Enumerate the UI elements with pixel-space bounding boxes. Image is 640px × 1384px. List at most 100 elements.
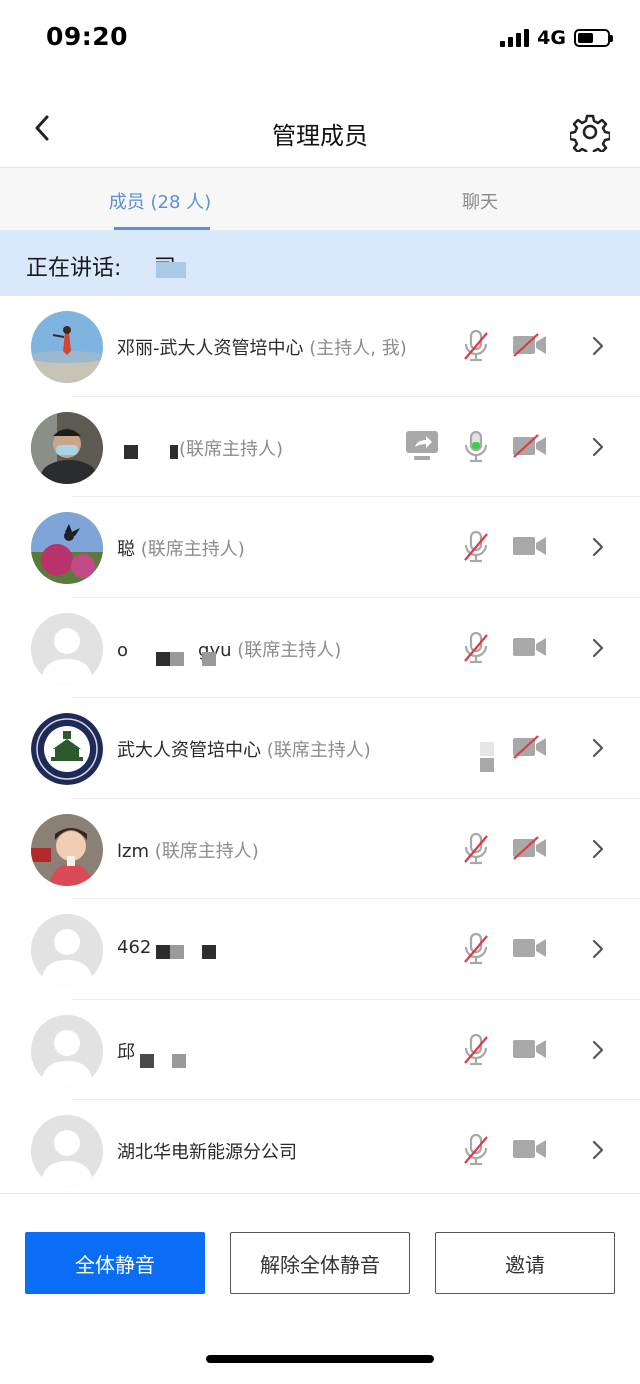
privacy-mask: [156, 651, 170, 666]
privacy-mask: [170, 444, 178, 459]
member-detail-button[interactable]: [586, 935, 610, 963]
network-type: 4G: [537, 27, 566, 49]
chevron-right-icon: [592, 336, 604, 356]
tab-chat[interactable]: 聊天: [320, 168, 640, 230]
default-avatar: [31, 612, 103, 685]
privacy-mask: [202, 945, 216, 959]
camera-toggle[interactable]: [512, 531, 548, 561]
member-detail-button[interactable]: [586, 835, 610, 863]
privacy-mask: [156, 262, 186, 278]
avatar: [31, 813, 103, 886]
mic-toggle[interactable]: [458, 931, 494, 967]
action-bar: 全体静音 解除全体静音 邀请: [0, 1193, 640, 1384]
status-time: 09:20: [46, 22, 129, 51]
chevron-right-icon: [592, 1140, 604, 1160]
status-indicators: 4G: [500, 27, 613, 49]
camera-icon: [513, 537, 546, 555]
nav-bar: 管理成员: [0, 92, 640, 168]
member-name: lzm (联席主持人): [117, 840, 259, 862]
member-detail-button[interactable]: [586, 433, 610, 461]
member-row[interactable]: 聪 (联席主持人): [0, 497, 640, 598]
member-detail-button[interactable]: [586, 533, 610, 561]
unmute-all-button[interactable]: 解除全体静音: [230, 1232, 410, 1294]
member-row[interactable]: 武大人资管培中心 (联席主持人): [0, 698, 640, 799]
camera-toggle[interactable]: [512, 1134, 548, 1164]
member-name: 聪 (联席主持人): [117, 539, 245, 560]
mic-toggle[interactable]: [458, 630, 494, 666]
camera-off-icon: [513, 835, 546, 860]
mic-muted-icon: [464, 631, 488, 663]
member-name: (联席主持人): [179, 438, 284, 460]
privacy-mask: [480, 758, 494, 772]
mic-muted-icon: [464, 329, 488, 362]
chevron-right-icon: [592, 537, 604, 557]
tab-chat-label: 聊天: [462, 192, 498, 213]
screen-share-indicator[interactable]: [404, 429, 440, 463]
mic-toggle[interactable]: [458, 429, 494, 465]
camera-toggle[interactable]: [512, 833, 548, 863]
speaking-banner: 正在讲话: 司;: [0, 230, 640, 296]
mic-muted-icon: [464, 1133, 488, 1166]
member-name: 武大人资管培中心 (联席主持人): [117, 740, 371, 761]
chevron-right-icon: [592, 939, 604, 959]
camera-off-icon: [513, 735, 546, 759]
member-detail-button[interactable]: [586, 1036, 610, 1064]
camera-toggle[interactable]: [512, 933, 548, 963]
mic-toggle[interactable]: [458, 529, 494, 565]
battery-icon: [574, 29, 613, 47]
status-bar: 09:20 4G: [0, 0, 640, 80]
privacy-mask: [140, 1053, 154, 1068]
tab-bar: 成员 (28 人) 聊天: [0, 168, 640, 230]
privacy-mask: [124, 444, 138, 459]
camera-toggle[interactable]: [512, 431, 548, 461]
privacy-mask: [156, 945, 170, 959]
member-row[interactable]: o gyu (联席主持人): [0, 598, 640, 698]
tab-members[interactable]: 成员 (28 人): [0, 168, 320, 230]
member-detail-button[interactable]: [586, 634, 610, 662]
member-name: 邱: [117, 1041, 135, 1063]
member-name: 462: [117, 937, 152, 958]
member-list: 邓丽-武大人资管培中心 (主持人, 我) (联席主持人) 聪 (联席主持人) o…: [0, 296, 640, 1201]
camera-toggle[interactable]: [512, 632, 548, 662]
mute-all-button[interactable]: 全体静音: [25, 1232, 205, 1294]
mic-speaking-icon: [464, 430, 488, 462]
camera-icon: [513, 1039, 546, 1058]
invite-button[interactable]: 邀请: [435, 1232, 615, 1294]
default-avatar: [31, 1115, 103, 1187]
member-row[interactable]: 邱: [0, 1000, 640, 1100]
member-row[interactable]: (联席主持人): [0, 397, 640, 497]
privacy-mask: [170, 945, 184, 959]
camera-toggle[interactable]: [512, 330, 548, 360]
university-emblem-avatar: [31, 713, 103, 785]
mic-muted-icon: [464, 530, 488, 563]
home-indicator: [206, 1355, 434, 1363]
member-detail-button[interactable]: [586, 734, 610, 762]
camera-off-icon: [513, 433, 546, 458]
camera-toggle[interactable]: [512, 732, 548, 762]
member-detail-button[interactable]: [586, 332, 610, 360]
screen-share-icon: [406, 430, 438, 460]
camera-off-icon: [513, 333, 546, 357]
privacy-mask: [480, 742, 494, 756]
member-row[interactable]: lzm (联席主持人): [0, 799, 640, 899]
mic-toggle[interactable]: [458, 1132, 494, 1168]
member-detail-button[interactable]: [586, 1136, 610, 1164]
member-row[interactable]: 湖北华电新能源分公司: [0, 1100, 640, 1201]
settings-button[interactable]: [568, 112, 612, 158]
mic-muted-icon: [464, 932, 488, 965]
privacy-mask: [170, 651, 184, 666]
member-row[interactable]: 462: [0, 899, 640, 1000]
member-row[interactable]: 邓丽-武大人资管培中心 (主持人, 我): [0, 296, 640, 397]
mic-muted-icon: [464, 832, 488, 864]
default-avatar: [31, 914, 103, 986]
member-name: 湖北华电新能源分公司: [117, 1142, 297, 1163]
mic-toggle[interactable]: [458, 1032, 494, 1068]
avatar: [31, 512, 103, 584]
chevron-right-icon: [592, 738, 604, 758]
chevron-right-icon: [592, 1040, 604, 1059]
mic-toggle[interactable]: [458, 831, 494, 867]
camera-icon: [513, 939, 546, 957]
camera-toggle[interactable]: [512, 1034, 548, 1064]
signal-icon: [500, 29, 530, 47]
mic-toggle[interactable]: [458, 328, 494, 364]
